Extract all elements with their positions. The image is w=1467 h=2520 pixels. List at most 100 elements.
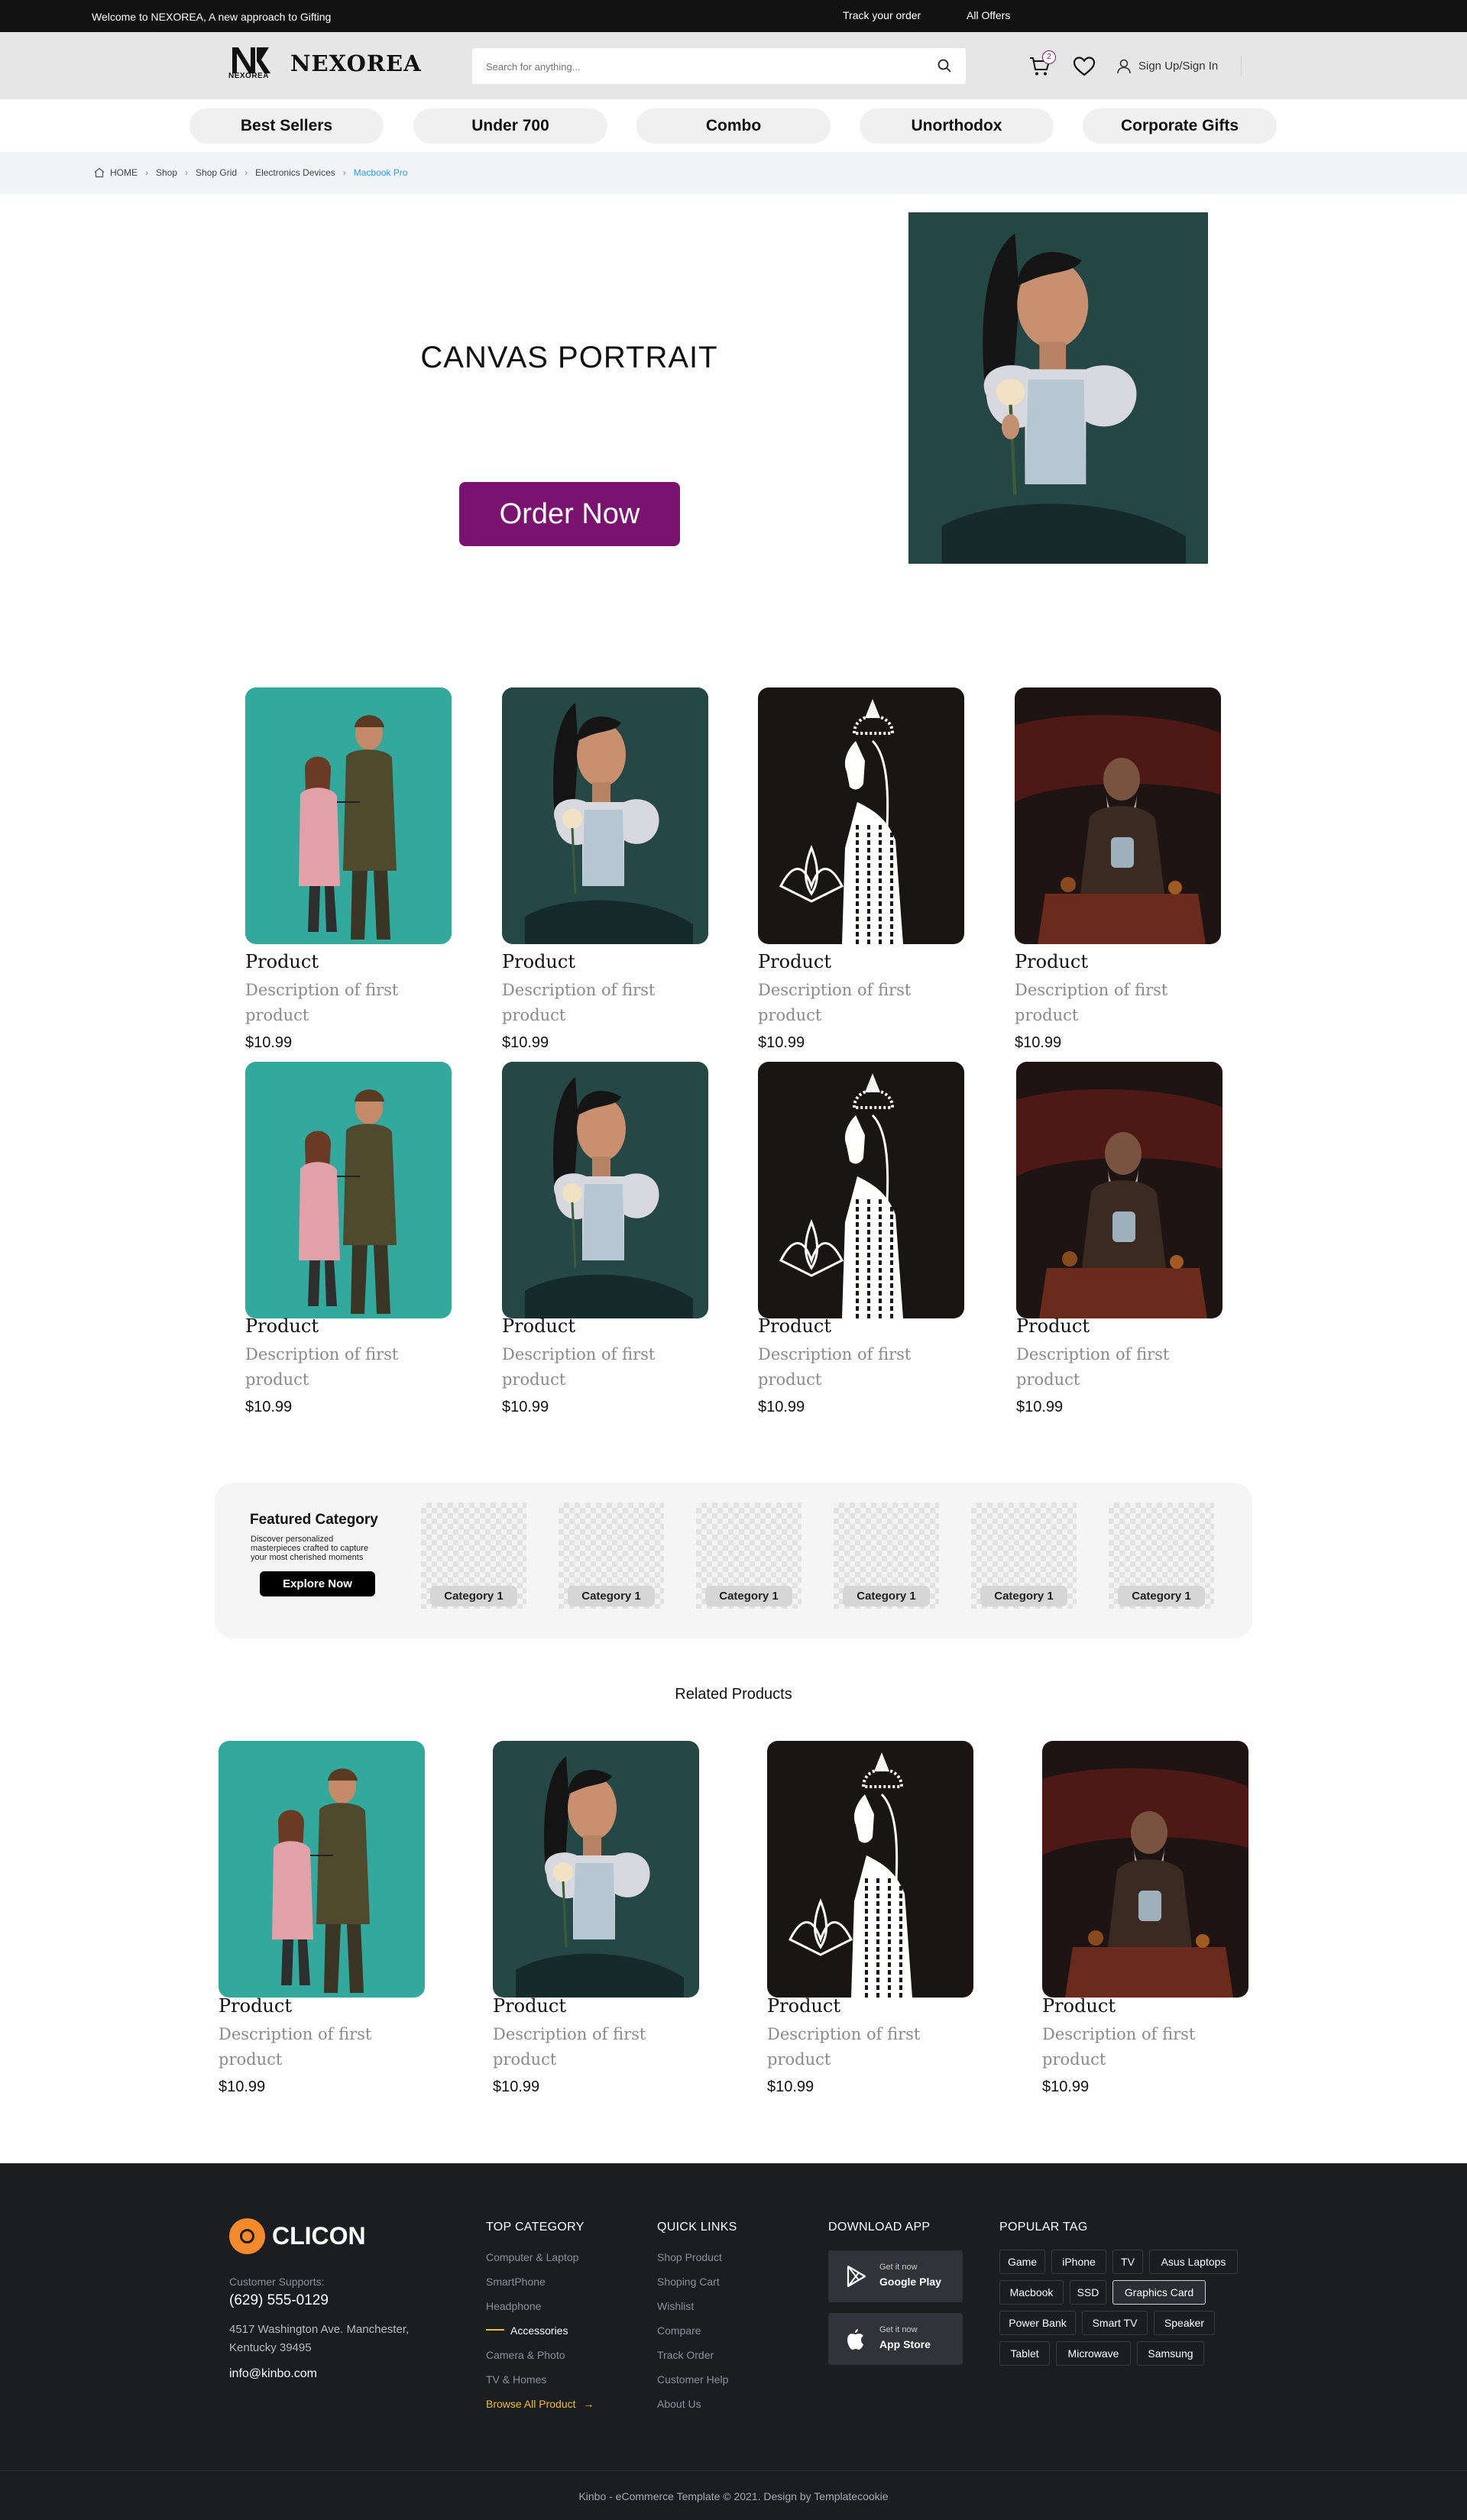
footer-link-accessories[interactable]: Accessories <box>510 2324 568 2337</box>
related-card-3-title[interactable]: Product <box>767 1995 840 2017</box>
footer-email[interactable]: info@kinbo.com <box>229 2367 317 2381</box>
copyright-text: Kinbo - eCommerce Template © 2021. Desig… <box>578 2490 889 2502</box>
category-label-4[interactable]: Category 1 <box>843 1586 930 1606</box>
product-card-3-image[interactable] <box>758 687 964 944</box>
product-card-7-image[interactable] <box>758 1062 964 1318</box>
related-card-4-price: $10.99 <box>1042 2078 1090 2095</box>
quick-link-shop[interactable]: Shop Product <box>657 2251 722 2263</box>
tag-microwave[interactable]: Microwave <box>1056 2341 1131 2366</box>
product-card-5-image[interactable] <box>245 1062 452 1318</box>
category-label-2[interactable]: Category 1 <box>568 1586 655 1606</box>
footer-link-headphone[interactable]: Headphone <box>486 2300 541 2312</box>
product-card-1-title[interactable]: Product <box>245 951 319 972</box>
breadcrumb-shop[interactable]: Shop <box>156 167 177 178</box>
product-card-4-price: $10.99 <box>1015 1034 1062 1051</box>
logo-subtext: NEXOREA <box>228 72 269 80</box>
related-card-2-title[interactable]: Product <box>493 1995 566 2017</box>
product-card-5-title[interactable]: Product <box>245 1315 319 1337</box>
nav-pill-combo[interactable]: Combo <box>636 108 831 144</box>
featured-title: Featured Category <box>250 1512 378 1528</box>
google-play-button[interactable]: Get it now Google Play <box>828 2250 963 2302</box>
related-card-1-price: $10.99 <box>219 2078 266 2095</box>
quick-link-compare[interactable]: Compare <box>657 2324 701 2337</box>
category-label-3[interactable]: Category 1 <box>705 1586 792 1606</box>
support-label: Customer Supports: <box>229 2276 325 2288</box>
tag-samsung[interactable]: Samsung <box>1137 2341 1204 2366</box>
tag-power-bank[interactable]: Power Bank <box>999 2311 1076 2335</box>
support-phone[interactable]: (629) 555-0129 <box>229 2292 329 2309</box>
explore-now-button[interactable]: Explore Now <box>260 1571 375 1596</box>
top-category-heading: TOP CATEGORY <box>486 2221 585 2234</box>
product-card-6-description: Description of first product <box>502 1345 656 1389</box>
product-card-8-image[interactable] <box>1016 1062 1222 1318</box>
breadcrumb-electronics[interactable]: Electronics Devices <box>255 167 335 178</box>
quick-link-about[interactable]: About Us <box>657 2398 701 2410</box>
logo-wordmark[interactable]: NEXOREA <box>290 50 422 76</box>
tag-smart-tv[interactable]: Smart TV <box>1082 2311 1148 2335</box>
app-store-small: Get it now <box>879 2325 918 2334</box>
product-card-6-title[interactable]: Product <box>502 1315 575 1337</box>
tag-graphics-card[interactable]: Graphics Card <box>1112 2280 1206 2305</box>
tag-speaker[interactable]: Speaker <box>1154 2311 1215 2335</box>
category-label-6[interactable]: Category 1 <box>1118 1586 1205 1606</box>
header-divider <box>1241 57 1242 76</box>
tag-tv[interactable]: TV <box>1112 2250 1143 2274</box>
footer-link-tv[interactable]: TV & Homes <box>486 2373 546 2386</box>
product-card-6-image[interactable] <box>502 1062 708 1318</box>
product-card-4-title[interactable]: Product <box>1015 951 1088 972</box>
search-icon[interactable] <box>937 58 952 73</box>
footer-address: 4517 Washington Ave. Manchester, Kentuck… <box>229 2323 410 2354</box>
tag-game[interactable]: Game <box>999 2250 1045 2274</box>
breadcrumb-home[interactable]: HOME <box>110 167 138 178</box>
related-card-1-image[interactable] <box>219 1741 425 1998</box>
related-card-2-image[interactable] <box>493 1741 699 1998</box>
cart-count-badge: 2 <box>1042 50 1056 64</box>
tag-iphone[interactable]: iPhone <box>1051 2250 1106 2274</box>
footer-link-camera[interactable]: Camera & Photo <box>486 2349 565 2361</box>
quick-link-track[interactable]: Track Order <box>657 2349 714 2361</box>
quick-link-wishlist[interactable]: Wishlist <box>657 2300 694 2312</box>
footer-brand[interactable]: CLICON <box>272 2222 366 2250</box>
track-order-link[interactable]: Track your order <box>843 9 921 21</box>
breadcrumb-shop-grid[interactable]: Shop Grid <box>196 167 237 178</box>
nav-pill-best-sellers[interactable]: Best Sellers <box>189 108 384 144</box>
related-card-1-title[interactable]: Product <box>219 1995 292 2017</box>
product-card-4-image[interactable] <box>1015 687 1221 944</box>
product-card-3-title[interactable]: Product <box>758 951 831 972</box>
home-icon[interactable] <box>93 167 105 179</box>
quick-link-help[interactable]: Customer Help <box>657 2373 728 2386</box>
wishlist-heart-icon[interactable] <box>1073 56 1096 77</box>
all-offers-link[interactable]: All Offers <box>967 9 1010 21</box>
quick-link-cart[interactable]: Shoping Cart <box>657 2276 720 2288</box>
nav-pill-unorthodox[interactable]: Unorthodox <box>860 108 1054 144</box>
app-store-button[interactable]: Get it now App Store <box>828 2313 963 2365</box>
related-card-4-image[interactable] <box>1042 1741 1248 1998</box>
tag-tablet[interactable]: Tablet <box>999 2341 1050 2366</box>
tag-asus-laptops[interactable]: Asus Laptops <box>1149 2250 1238 2274</box>
order-now-button[interactable]: Order Now <box>459 482 680 546</box>
product-card-2-price: $10.99 <box>502 1034 549 1051</box>
nav-pill-under-700[interactable]: Under 700 <box>413 108 607 144</box>
category-label-5[interactable]: Category 1 <box>980 1586 1067 1606</box>
search-input[interactable] <box>486 57 914 76</box>
user-icon[interactable] <box>1116 58 1132 75</box>
product-card-1-image[interactable] <box>245 687 452 944</box>
product-card-8-title[interactable]: Product <box>1016 1315 1090 1337</box>
browse-all-label: Browse All Product <box>486 2398 576 2410</box>
signin-link[interactable]: Sign Up/Sign In <box>1138 60 1218 73</box>
hero-title: CANVAS PORTRAIT <box>420 341 718 374</box>
category-label-1[interactable]: Category 1 <box>430 1586 517 1606</box>
tag-ssd[interactable]: SSD <box>1070 2280 1106 2305</box>
related-card-4-title[interactable]: Product <box>1042 1995 1116 2017</box>
footer-link-computer[interactable]: Computer & Laptop <box>486 2251 578 2263</box>
clicon-logo-icon[interactable] <box>229 2218 265 2254</box>
tag-macbook[interactable]: Macbook <box>999 2280 1064 2305</box>
related-card-3-image[interactable] <box>767 1741 973 1998</box>
browse-all-link[interactable]: Browse All Product → <box>486 2398 594 2410</box>
product-card-7-title[interactable]: Product <box>758 1315 831 1337</box>
nav-pill-corporate-gifts[interactable]: Corporate Gifts <box>1083 108 1277 144</box>
related-products-title: Related Products <box>675 1686 792 1703</box>
product-card-2-image[interactable] <box>502 687 708 944</box>
footer-link-smartphone[interactable]: SmartPhone <box>486 2276 546 2288</box>
product-card-2-title[interactable]: Product <box>502 951 575 972</box>
